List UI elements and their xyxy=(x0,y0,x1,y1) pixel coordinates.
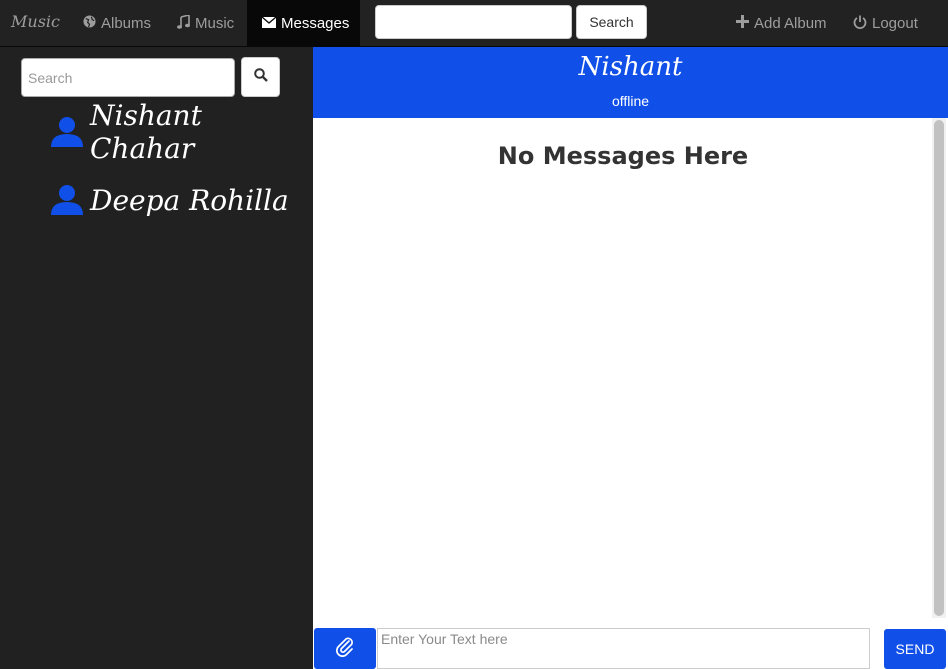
logout-link[interactable]: Logout xyxy=(838,0,933,46)
navbar-search-button[interactable]: Search xyxy=(576,5,647,39)
add-album-link[interactable]: Add Album xyxy=(721,0,842,46)
user-icon xyxy=(50,115,84,149)
empty-messages-text: No Messages Here xyxy=(497,142,749,170)
navbar-search-input[interactable] xyxy=(375,5,572,39)
message-scrollbar[interactable] xyxy=(932,118,946,618)
plus-icon xyxy=(736,15,749,31)
contact-search-button[interactable] xyxy=(241,57,280,97)
brand-logo[interactable]: Music xyxy=(11,12,60,31)
globe-icon xyxy=(83,15,96,31)
top-navbar: Music Albums Music Messages Search Add A… xyxy=(0,0,948,47)
nav-messages-label: Messages xyxy=(281,14,350,32)
user-icon xyxy=(50,183,84,217)
chat-contact-name: Nishant xyxy=(578,52,683,82)
chat-contact-status: offline xyxy=(611,93,650,109)
nav-music-label: Music xyxy=(195,14,235,32)
attach-file-button[interactable] xyxy=(314,628,376,669)
nav-albums[interactable]: Albums xyxy=(68,0,166,46)
chat-header: Nishant offline xyxy=(313,47,948,118)
contacts-sidebar: Search Nishant Chahar Deepa Rohilla xyxy=(0,47,313,669)
nav-music[interactable]: Music xyxy=(162,0,249,46)
envelope-icon xyxy=(261,15,277,31)
power-icon xyxy=(853,15,867,32)
search-icon xyxy=(253,67,268,87)
nav-albums-label: Albums xyxy=(101,14,152,32)
contact-search-input[interactable]: Search xyxy=(21,58,235,97)
send-button[interactable]: SEND xyxy=(884,629,946,669)
paperclip-icon xyxy=(334,635,356,662)
message-list: No Messages Here xyxy=(313,118,948,626)
contact-name: Nishant Chahar xyxy=(90,99,202,165)
contact-item[interactable]: Nishant Chahar xyxy=(50,99,313,165)
nav-messages[interactable]: Messages xyxy=(247,0,360,46)
message-input[interactable]: Enter Your Text here xyxy=(377,628,870,669)
contact-name: Deepa Rohilla xyxy=(90,183,289,217)
scrollbar-thumb[interactable] xyxy=(934,120,944,616)
contact-item[interactable]: Deepa Rohilla xyxy=(50,176,289,224)
add-album-label: Add Album xyxy=(754,14,827,32)
music-note-icon xyxy=(177,13,190,32)
logout-label: Logout xyxy=(872,14,918,32)
